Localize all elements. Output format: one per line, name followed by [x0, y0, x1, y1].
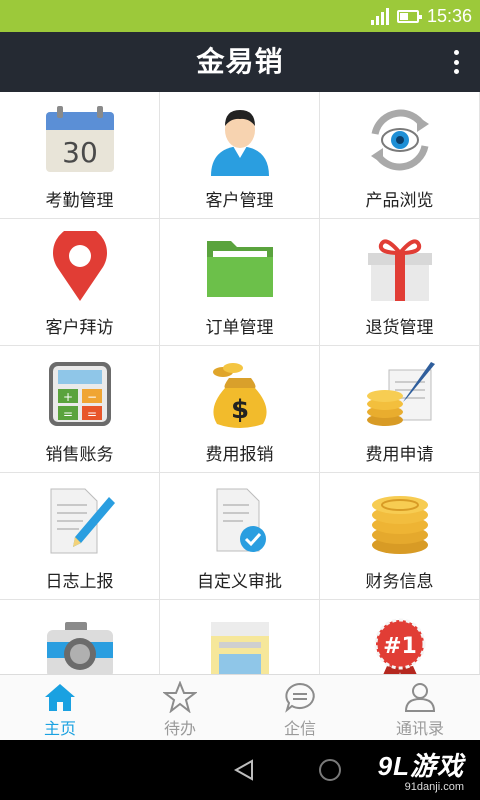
svg-text:=: = [63, 407, 73, 421]
folder-icon [207, 241, 273, 297]
grid-item-orders[interactable]: 订单管理 [160, 219, 320, 346]
grid-item-label: 客户拜访 [45, 318, 114, 338]
system-nav-bar: 9L游戏 91danji.com [0, 740, 480, 800]
grid-item-label: 费用申请 [365, 445, 434, 465]
grid-item-label: 费用报销 [205, 445, 274, 465]
bottom-tab-bar: 主页 待办 企信 通讯录 [0, 674, 480, 740]
calendar-icon: 30 [46, 106, 114, 172]
more-vertical-icon[interactable] [450, 50, 462, 74]
person-icon [211, 110, 269, 176]
grid-item-expense-application[interactable]: 费用申请 [320, 346, 480, 473]
watermark: 9L游戏 91danji.com [378, 746, 464, 793]
tab-todo[interactable]: 待办 [120, 675, 240, 741]
calculator-icon: + = − = [49, 362, 111, 426]
grid-item-label: 订单管理 [205, 318, 274, 338]
status-bar: 15:36 [0, 0, 480, 32]
svg-text:=: = [87, 407, 97, 421]
grid-item-returns[interactable]: 退货管理 [320, 219, 480, 346]
grid-item-label: 自定义审批 [197, 572, 282, 592]
coin-stack-icon [372, 496, 428, 554]
grid-item-attendance[interactable]: 30 考勤管理 [0, 92, 160, 219]
grid-item-label: 日志上报 [45, 572, 114, 592]
tab-label: 待办 [163, 719, 196, 738]
grid-item-label: 客户管理 [205, 191, 274, 211]
tab-messages[interactable]: 企信 [240, 675, 360, 741]
grid-item-customers[interactable]: 客户管理 [160, 92, 320, 219]
money-bag-icon: $ [213, 363, 267, 428]
document-pencil-icon [50, 488, 115, 554]
chat-icon [285, 682, 315, 713]
home-circle-icon[interactable] [318, 758, 342, 782]
ranking-badge-text: #1 [383, 634, 417, 659]
grid-item-label: 考勤管理 [45, 191, 114, 211]
grid-item-sales-accounts[interactable]: + = − = 销售账务 [0, 346, 160, 473]
svg-text:+: + [63, 390, 73, 404]
location-pin-icon [53, 231, 107, 301]
grid-item-daily-log[interactable]: 日志上报 [0, 473, 160, 600]
page-title: 金易销 [196, 45, 284, 78]
feature-grid: 30 考勤管理 客户管理 产品浏览 客户拜访 订单管理 退货管理 + = − =… [0, 92, 480, 674]
grid-item-label: 财务信息 [365, 572, 434, 592]
ranking-badge-icon: #1 [374, 618, 426, 674]
tab-label: 通讯录 [395, 719, 444, 738]
svg-text:−: − [87, 390, 97, 404]
eye-refresh-icon [371, 109, 429, 171]
grid-item-label: 销售账务 [45, 445, 114, 465]
grid-item-finance-info[interactable]: 财务信息 [320, 473, 480, 600]
tab-label: 企信 [283, 719, 316, 738]
grid-item-label: 退货管理 [365, 318, 434, 338]
grid-item-ranking[interactable]: #1 [320, 600, 480, 674]
tab-home[interactable]: 主页 [0, 675, 120, 741]
home-icon [45, 684, 75, 711]
svg-text:$: $ [231, 395, 249, 425]
status-time: 15:36 [426, 5, 472, 26]
back-icon[interactable] [232, 758, 256, 782]
contact-icon [404, 683, 436, 712]
grid-item-products[interactable]: 产品浏览 [320, 92, 480, 219]
grid-item-custom-approval[interactable]: 自定义审批 [160, 473, 320, 600]
coins-pen-icon [367, 362, 435, 426]
camera-icon [47, 622, 113, 674]
tab-contacts[interactable]: 通讯录 [360, 675, 480, 741]
grid-item-expense-reimbursement[interactable]: $ 费用报销 [160, 346, 320, 473]
signal-icon [370, 7, 389, 25]
grid-item-camera[interactable] [0, 600, 160, 674]
app-header: 金易销 [0, 32, 480, 92]
calendar-day: 30 [62, 136, 98, 169]
watermark-brand: 9L游戏 [377, 751, 464, 781]
battery-icon [396, 9, 422, 23]
star-icon [163, 681, 197, 713]
gift-icon [368, 239, 432, 301]
document-check-icon [216, 488, 266, 552]
grid-item-documents[interactable] [160, 600, 320, 674]
folder-window-icon [211, 622, 269, 674]
grid-item-customer-visit[interactable]: 客户拜访 [0, 219, 160, 346]
grid-item-label: 产品浏览 [365, 191, 434, 211]
tab-label: 主页 [43, 719, 76, 738]
